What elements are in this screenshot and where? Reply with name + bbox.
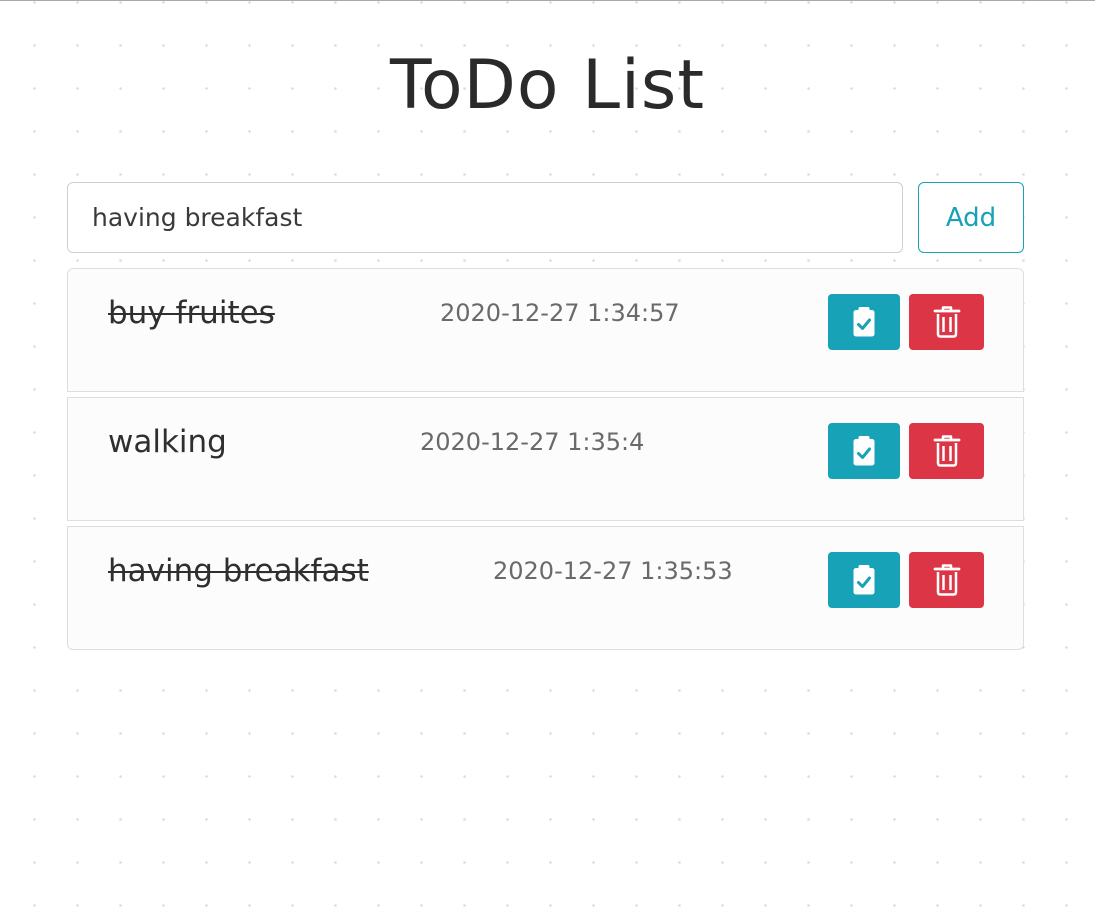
clipboard-check-icon: [852, 564, 876, 596]
delete-button[interactable]: [909, 294, 984, 350]
trash-icon: [933, 563, 961, 597]
todo-item: having breakfast 2020-12-27 1:35:53: [67, 526, 1024, 650]
todo-timestamp: 2020-12-27 1:35:53: [493, 557, 733, 585]
page-title: ToDo List: [389, 46, 706, 125]
todo-timestamp: 2020-12-27 1:34:57: [440, 299, 680, 327]
todo-text: having breakfast: [108, 553, 369, 589]
clipboard-check-icon: [852, 435, 876, 467]
todo-text: walking: [108, 424, 227, 460]
clipboard-check-icon: [852, 306, 876, 338]
complete-button[interactable]: [828, 423, 900, 479]
todo-item: walking 2020-12-27 1:35:4: [67, 397, 1024, 521]
trash-icon: [933, 434, 961, 468]
complete-button[interactable]: [828, 552, 900, 608]
trash-icon: [933, 305, 961, 339]
add-todo-form: Add: [67, 182, 1024, 253]
todo-text: buy fruites: [108, 295, 275, 331]
complete-button[interactable]: [828, 294, 900, 350]
todo-item: buy fruites 2020-12-27 1:34:57: [67, 268, 1024, 392]
todo-timestamp: 2020-12-27 1:35:4: [420, 428, 645, 456]
delete-button[interactable]: [909, 423, 984, 479]
top-divider: [0, 0, 1095, 1]
delete-button[interactable]: [909, 552, 984, 608]
add-button[interactable]: Add: [918, 182, 1024, 253]
todo-list: buy fruites 2020-12-27 1:34:57 walking 2…: [67, 268, 1024, 650]
todo-input[interactable]: [67, 182, 903, 253]
